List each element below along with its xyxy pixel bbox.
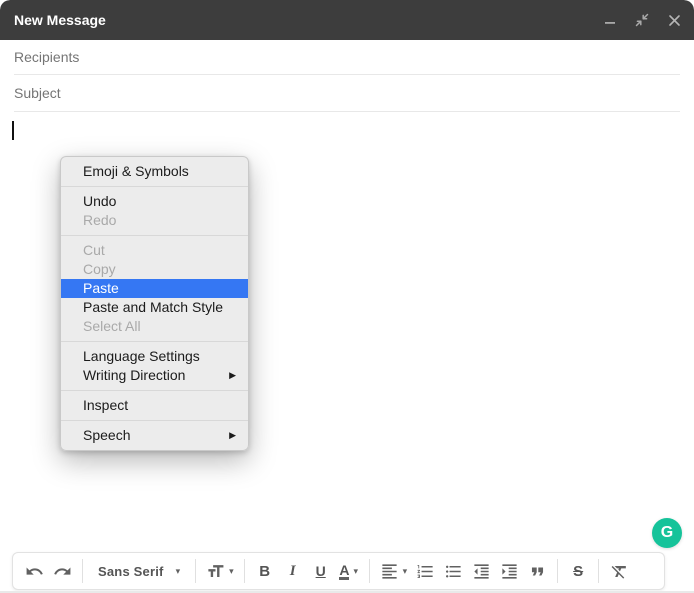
chevron-down-icon: ▾ (229, 566, 234, 577)
exit-full-screen-button[interactable] (632, 10, 652, 30)
font-family-label: Sans Serif (98, 564, 164, 579)
grammarly-g-icon: G (661, 524, 673, 542)
recipients-row (14, 40, 680, 75)
menu-section: Emoji & Symbols (61, 157, 248, 187)
menu-section: Speech ▶ (61, 421, 248, 450)
minimize-icon (603, 13, 617, 27)
menu-item-label: Emoji & Symbols (83, 162, 236, 181)
subject-row (14, 75, 680, 112)
menu-item-label: Paste (83, 279, 236, 298)
menu-item-redo: Redo (61, 211, 248, 230)
numbered-list-icon (416, 562, 435, 581)
minimize-button[interactable] (600, 10, 620, 30)
align-left-icon (380, 562, 399, 581)
menu-item-paste[interactable]: Paste (61, 279, 248, 298)
menu-item-label: Select All (83, 317, 236, 336)
menu-item-label: Paste and Match Style (83, 298, 236, 317)
compose-window: New Message (0, 0, 694, 593)
menu-item-paste-and-match-style[interactable]: Paste and Match Style (61, 298, 248, 317)
toolbar-divider (369, 559, 370, 583)
menu-item-copy: Copy (61, 260, 248, 279)
text-cursor (12, 121, 14, 140)
indent-more-icon (500, 562, 519, 581)
align-button[interactable]: ▾ (377, 557, 411, 585)
exit-full-screen-icon (635, 13, 649, 27)
menu-item-label: Copy (83, 260, 236, 279)
window-controls (600, 10, 684, 30)
menu-item-label: Redo (83, 211, 236, 230)
menu-section: Inspect (61, 391, 248, 421)
menu-item-label: Speech (83, 426, 221, 445)
remove-formatting-icon (610, 562, 629, 581)
strikethrough-button[interactable]: S (565, 557, 591, 585)
quote-button[interactable] (524, 557, 550, 585)
indent-more-button[interactable] (496, 557, 522, 585)
toolbar-divider (244, 559, 245, 583)
menu-item-writing-direction[interactable]: Writing Direction ▶ (61, 366, 248, 385)
menu-item-undo[interactable]: Undo (61, 192, 248, 211)
bold-label: B (259, 563, 270, 580)
submenu-arrow-icon: ▶ (229, 366, 236, 385)
bold-button[interactable]: B (252, 557, 278, 585)
bulleted-list-button[interactable] (440, 557, 466, 585)
indent-less-button[interactable] (468, 557, 494, 585)
redo-button[interactable] (49, 557, 75, 585)
undo-icon (25, 562, 44, 581)
chevron-down-icon: ▾ (176, 566, 181, 577)
menu-item-label: Inspect (83, 396, 236, 415)
font-family-button[interactable]: Sans Serif ▾ (90, 557, 188, 585)
formatting-toolbar: Sans Serif ▾ ▾ B I U A ▾ ▾ (12, 552, 665, 590)
menu-section: Cut Copy Paste Paste and Match Style Sel… (61, 236, 248, 342)
menu-item-language-settings[interactable]: Language Settings (61, 347, 248, 366)
subject-input[interactable] (14, 85, 680, 101)
menu-item-speech[interactable]: Speech ▶ (61, 426, 248, 445)
grammarly-badge[interactable]: G (652, 518, 682, 548)
underline-button[interactable]: U (308, 557, 334, 585)
context-menu: Emoji & Symbols Undo Redo Cut Copy Paste… (60, 156, 249, 451)
font-size-icon (206, 562, 225, 581)
close-button[interactable] (664, 10, 684, 30)
redo-icon (53, 562, 72, 581)
toolbar-divider (598, 559, 599, 583)
underline-label: U (316, 563, 326, 579)
italic-label: I (290, 563, 296, 580)
menu-item-select-all: Select All (61, 317, 248, 336)
toolbar-divider (82, 559, 83, 583)
indent-less-icon (472, 562, 491, 581)
toolbar-divider (557, 559, 558, 583)
menu-item-label: Cut (83, 241, 236, 260)
bulleted-list-icon (444, 562, 463, 581)
titlebar[interactable]: New Message (0, 0, 694, 40)
close-icon (668, 14, 681, 27)
menu-item-label: Undo (83, 192, 236, 211)
font-size-button[interactable]: ▾ (203, 557, 237, 585)
menu-section: Language Settings Writing Direction ▶ (61, 342, 248, 391)
chevron-down-icon: ▾ (353, 566, 358, 577)
recipients-input[interactable] (14, 49, 680, 65)
menu-section: Undo Redo (61, 187, 248, 236)
menu-item-cut: Cut (61, 241, 248, 260)
menu-item-inspect[interactable]: Inspect (61, 396, 248, 415)
numbered-list-button[interactable] (412, 557, 438, 585)
text-color-button[interactable]: A ▾ (336, 557, 362, 585)
submenu-arrow-icon: ▶ (229, 426, 236, 445)
menu-item-emoji-symbols[interactable]: Emoji & Symbols (61, 162, 248, 181)
undo-button[interactable] (21, 557, 47, 585)
menu-item-label: Writing Direction (83, 366, 221, 385)
toolbar-divider (195, 559, 196, 583)
text-color-label: A (339, 563, 349, 580)
remove-formatting-button[interactable] (606, 557, 632, 585)
quote-icon (528, 562, 547, 581)
window-title: New Message (14, 12, 600, 28)
italic-button[interactable]: I (280, 557, 306, 585)
chevron-down-icon: ▾ (403, 566, 408, 577)
strikethrough-label: S (573, 563, 583, 580)
menu-item-label: Language Settings (83, 347, 236, 366)
